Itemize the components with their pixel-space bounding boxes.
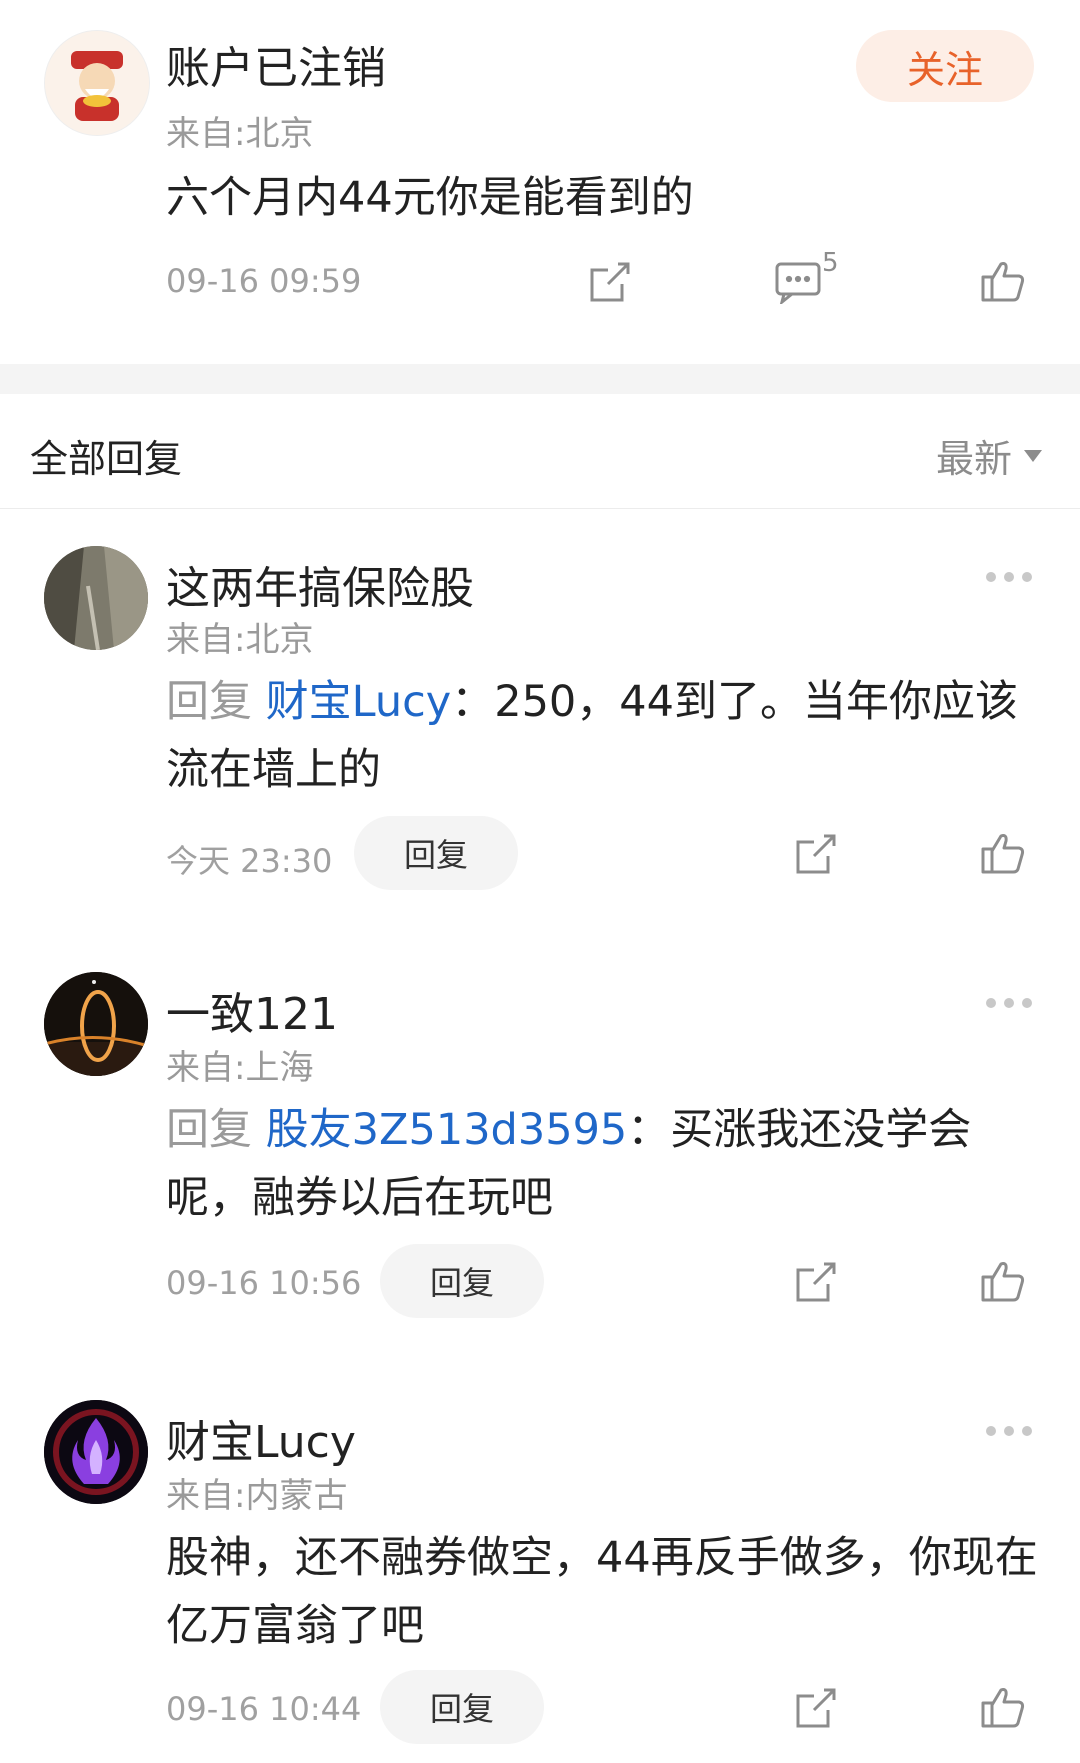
like-icon[interactable] xyxy=(980,258,1026,304)
reply-time: 09-16 10:44 xyxy=(166,1690,362,1728)
reply-button-label: 回复 xyxy=(429,1264,494,1302)
post-location: 来自:北京 xyxy=(166,114,314,154)
section-divider xyxy=(0,364,1080,394)
post-time: 09-16 09:59 xyxy=(166,262,362,300)
more-options-icon[interactable] xyxy=(986,998,1032,1008)
comment-icon[interactable] xyxy=(774,258,822,304)
reply-button-label: 回复 xyxy=(429,1690,494,1728)
header-divider xyxy=(0,508,1080,509)
like-icon[interactable] xyxy=(980,830,1026,876)
more-options-icon[interactable] xyxy=(986,572,1032,582)
reply-time: 今天 23:30 xyxy=(166,842,333,880)
reply-location: 来自:上海 xyxy=(166,1048,314,1088)
reply-author-name[interactable]: 这两年搞保险股 xyxy=(166,552,474,616)
comment-count: 5 xyxy=(822,248,839,278)
sort-dropdown[interactable]: 最新 xyxy=(936,428,1043,483)
reply-prefix: 回复 xyxy=(166,677,252,727)
reply-location: 来自:北京 xyxy=(166,620,314,660)
reply-body: 股神，还不融券做空，44再反手做多，你现在亿万富翁了吧 xyxy=(166,1533,1038,1651)
reply-avatar[interactable] xyxy=(44,1400,148,1504)
like-icon[interactable] xyxy=(980,1258,1026,1304)
more-options-icon[interactable] xyxy=(986,1426,1032,1436)
reply-text: 股神，还不融券做空，44再反手做多，你现在亿万富翁了吧 xyxy=(166,1524,1046,1660)
share-icon[interactable] xyxy=(794,832,838,876)
share-icon[interactable] xyxy=(588,260,632,304)
reply-time: 09-16 10:56 xyxy=(166,1264,362,1302)
mention-link[interactable]: 财宝Lucy xyxy=(266,677,452,727)
post-text: 六个月内44元你是能看到的 xyxy=(166,173,694,223)
reply-button[interactable]: 回复 xyxy=(354,816,518,890)
sort-label: 最新 xyxy=(936,437,1013,481)
share-icon[interactable] xyxy=(794,1260,838,1304)
mention-link[interactable]: 股友3Z513d3595 xyxy=(266,1105,628,1155)
like-icon[interactable] xyxy=(980,1684,1026,1730)
reply-avatar[interactable] xyxy=(44,546,148,650)
follow-button[interactable]: 关注 xyxy=(856,30,1034,102)
reply-author-name[interactable]: 一致121 xyxy=(166,978,338,1042)
share-icon[interactable] xyxy=(794,1686,838,1730)
replies-header-title: 全部回复 xyxy=(30,437,183,481)
post-author-name[interactable]: 账户已注销 xyxy=(166,32,386,96)
reply-text: 回复 财宝Lucy：250，44到了。当年你应该流在墙上的 xyxy=(166,668,1046,804)
reply-button[interactable]: 回复 xyxy=(380,1244,544,1318)
caret-down-icon xyxy=(1024,449,1043,462)
reply-avatar[interactable] xyxy=(44,972,148,1076)
reply-prefix: 回复 xyxy=(166,1105,252,1155)
follow-button-label: 关注 xyxy=(906,47,983,92)
reply-button[interactable]: 回复 xyxy=(380,1670,544,1744)
reply-location: 来自:内蒙古 xyxy=(166,1476,348,1516)
post-avatar[interactable] xyxy=(44,30,150,136)
reply-author-name[interactable]: 财宝Lucy xyxy=(166,1406,356,1470)
reply-text: 回复 股友3Z513d3595：买涨我还没学会呢，融券以后在玩吧 xyxy=(166,1096,996,1232)
reply-button-label: 回复 xyxy=(403,836,468,874)
